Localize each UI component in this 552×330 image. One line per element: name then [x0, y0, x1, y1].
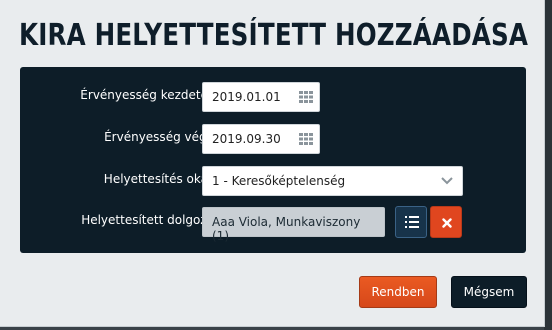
dialog-title: KIRA HELYETTESÍTETT HOZZÁADÁSA — [19, 18, 529, 53]
select-employee-button[interactable] — [395, 206, 427, 238]
start-date-label: Érvényesség kezdete* — [80, 88, 214, 102]
clear-employee-button[interactable] — [430, 206, 462, 238]
end-date-field[interactable]: 2019.09.30 — [202, 124, 320, 154]
chevron-down-icon — [441, 177, 453, 185]
reason-value: 1 - Keresőképtelenség — [212, 174, 346, 188]
employee-value: Aaa Viola, Munkaviszony (1) — [212, 215, 361, 243]
reason-select[interactable]: 1 - Keresőképtelenség — [202, 166, 463, 196]
employee-field: Aaa Viola, Munkaviszony (1) — [202, 207, 385, 243]
end-date-row: Érvényesség vége 2019.09.30 — [20, 122, 526, 154]
start-date-value: 2019.01.01 — [212, 90, 281, 104]
start-date-field[interactable]: 2019.01.01 — [202, 82, 320, 112]
ok-button[interactable]: Rendben — [359, 276, 437, 308]
list-icon — [405, 216, 419, 228]
modal-backdrop — [544, 0, 552, 330]
calendar-icon[interactable] — [299, 91, 313, 103]
reason-row: Helyettesítés oka* 1 - Keresőképtelenség — [20, 164, 526, 196]
calendar-icon[interactable] — [299, 133, 313, 145]
employee-row: Helyettesített dolgozó Aaa Viola, Munkav… — [20, 205, 526, 243]
cancel-button[interactable]: Mégsem — [451, 276, 527, 308]
employee-label: Helyettesített dolgozó — [81, 213, 214, 227]
add-substitute-dialog: KIRA HELYETTESÍTETT HOZZÁADÁSA Érvényess… — [0, 0, 545, 327]
end-date-label: Érvényesség vége — [104, 130, 214, 144]
close-icon — [442, 218, 452, 228]
start-date-row: Érvényesség kezdete* 2019.01.01 — [20, 80, 526, 112]
form-panel: Érvényesség kezdete* 2019.01.01 Érvényes… — [20, 67, 526, 253]
reason-label: Helyettesítés oka* — [103, 172, 214, 186]
end-date-value: 2019.09.30 — [212, 132, 281, 146]
